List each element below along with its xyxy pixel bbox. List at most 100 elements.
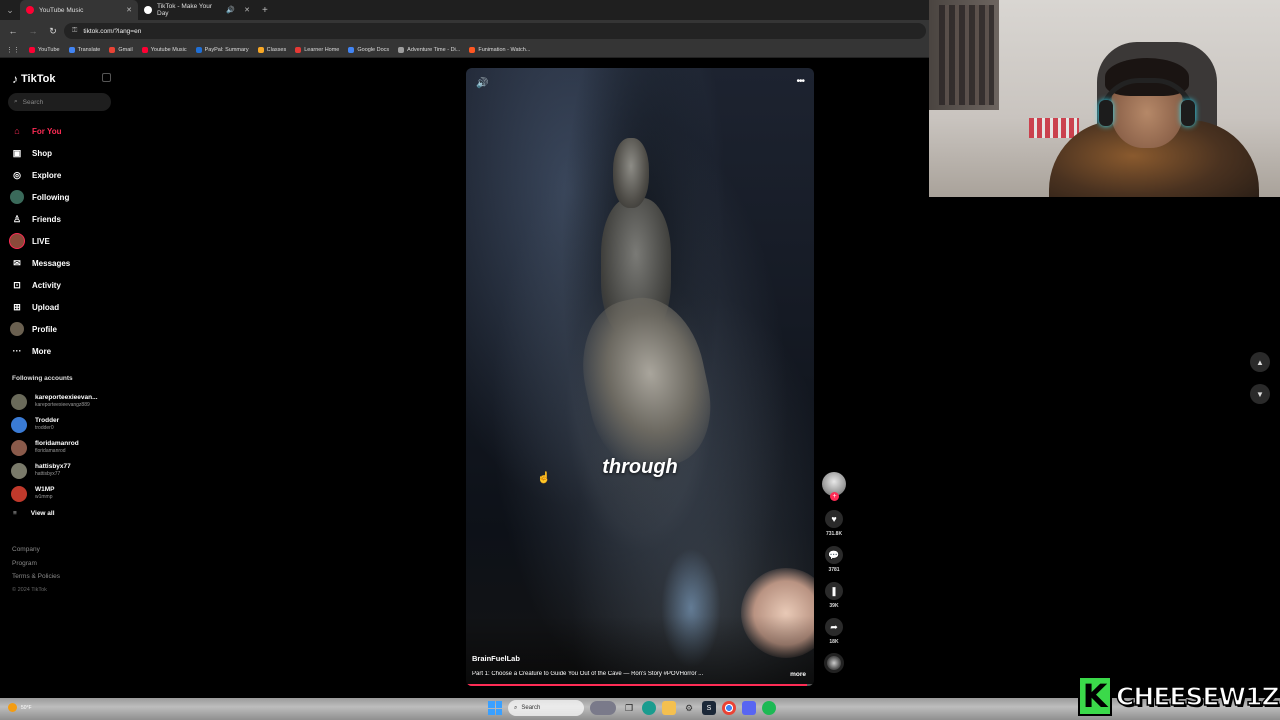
save-action[interactable]: ❚ 39K (820, 582, 848, 609)
nav-activity[interactable]: ⊡ Activity (10, 274, 70, 296)
account-item[interactable]: floridamanrod floridamanrod (11, 436, 98, 459)
account-item[interactable]: hattisbyx77 hattisbyx77 (11, 459, 98, 482)
windows-start-icon[interactable] (488, 701, 502, 715)
account-handle: hattisbyx77 (35, 470, 61, 477)
discord-icon[interactable] (742, 701, 756, 715)
sound-disc-icon[interactable] (824, 653, 844, 673)
nav-following[interactable]: Following (10, 186, 70, 208)
nav-more[interactable]: ··· More (10, 340, 70, 362)
video-player[interactable]: through 🔊 ••• BrainFuelLab Part 1: Choos… (466, 68, 814, 686)
following-avatar-icon (10, 190, 24, 204)
close-tab-icon[interactable]: ✕ (126, 6, 132, 14)
bookmark-classes[interactable]: Classes (257, 46, 286, 53)
task-view-icon[interactable]: ❐ (622, 701, 636, 715)
bookmark-label: PayPal: Summary (204, 46, 249, 53)
edge-icon[interactable] (642, 701, 656, 715)
nav-shop[interactable]: ▣ Shop (10, 142, 70, 164)
bookmark-label: Google Docs (357, 46, 390, 53)
bookmark-youtube-music[interactable]: Youtube Music (141, 46, 187, 53)
footer-company-link[interactable]: Company (12, 543, 60, 557)
close-tab-icon[interactable]: ✕ (244, 6, 250, 14)
avatar (11, 439, 27, 456)
comment-action[interactable]: 💬 3781 (820, 546, 848, 573)
tab-youtube-music[interactable]: YouTube Music ✕ (20, 0, 138, 20)
nav-live[interactable]: LIVE (10, 230, 70, 252)
progress-bar[interactable] (466, 684, 808, 686)
nav-label: Explore (32, 170, 62, 180)
bookmark-label: Learner Home (304, 46, 340, 53)
streamer-name: CHEESEW1Z (1115, 681, 1280, 712)
more-options-icon[interactable]: ••• (796, 76, 804, 87)
previous-video-button[interactable]: ▲ (1250, 352, 1270, 372)
widgets-icon[interactable] (590, 701, 616, 715)
tab-tiktok[interactable]: TikTok - Make Your Day 🔊 ✕ (138, 0, 256, 20)
share-icon[interactable]: ➦ (825, 618, 843, 636)
bookmark-adventure-time[interactable]: Adventure Time - Di... (398, 46, 461, 53)
settings-gear-icon[interactable]: ⚙ (682, 701, 696, 715)
bookmark-label: Gmail (118, 46, 133, 53)
nav-upload[interactable]: ⊞ Upload (10, 296, 70, 318)
audio-playing-icon[interactable]: 🔊 (226, 6, 235, 14)
funimation-bookmark-icon (469, 46, 476, 53)
share-action[interactable]: ➦ 18K (820, 618, 848, 645)
new-tab-button[interactable]: + (256, 5, 274, 16)
creator-avatar[interactable]: + (822, 472, 846, 501)
weather-text: 50°F (21, 704, 32, 711)
weather-widget[interactable]: 50°F (8, 703, 32, 712)
footer-program-link[interactable]: Program (12, 557, 60, 571)
gmail-bookmark-icon (109, 46, 116, 53)
account-item[interactable]: W1MP w1mmp (11, 482, 98, 505)
bookmark-paypal[interactable]: PayPal: Summary (195, 46, 249, 53)
next-video-button[interactable]: ▼ (1250, 384, 1270, 404)
bookmark-gmail[interactable]: Gmail (109, 46, 133, 53)
streamer-badge: K (1078, 676, 1112, 716)
account-name: W1MP (35, 486, 55, 494)
chrome-icon[interactable] (722, 701, 736, 715)
bookmark-label: Adventure Time - Di... (407, 46, 461, 53)
tab-search-icon[interactable]: ⌄ (0, 0, 20, 20)
apps-grid-icon[interactable]: ⋮⋮ (6, 46, 20, 54)
nav-friends[interactable]: ♙ Friends (10, 208, 70, 230)
bookmark-funimation[interactable]: Funimation - Watch... (469, 46, 530, 53)
account-item[interactable]: kareporteexieevan... kareporteexieevangz8… (11, 390, 98, 413)
nav-messages[interactable]: ✉ Messages (10, 252, 70, 274)
bookmark-youtube[interactable]: YouTube (29, 46, 60, 53)
footer-terms-link[interactable]: Terms & Policies (12, 570, 60, 584)
more-button[interactable]: more (790, 671, 806, 678)
bookmark-learner-home[interactable]: Learner Home (295, 46, 340, 53)
site-info-icon[interactable]: ⚿ (72, 27, 77, 35)
back-button[interactable]: ← (4, 22, 22, 40)
volume-icon[interactable]: 🔊 (476, 78, 488, 89)
bookmark-google-docs[interactable]: Google Docs (348, 46, 390, 53)
heart-icon[interactable]: ♥ (825, 510, 843, 528)
browser-toolbar: ← → ↻ ⚿ tiktok.com/?lang=en (0, 20, 930, 42)
forward-button[interactable]: → (24, 22, 42, 40)
comment-icon[interactable]: 💬 (825, 546, 843, 564)
file-explorer-icon[interactable] (662, 701, 676, 715)
reload-button[interactable]: ↻ (44, 22, 62, 40)
bookmark-icon[interactable]: ❚ (825, 582, 843, 600)
video-author[interactable]: BrainFuelLab (472, 654, 520, 663)
account-item[interactable]: Trodder trodder0 (11, 413, 98, 436)
tiktok-logo[interactable]: ♪ TikTok (12, 72, 55, 86)
search-input[interactable]: ⌕ Search (8, 93, 111, 111)
creature-head (613, 138, 649, 208)
follow-plus-icon[interactable]: + (830, 492, 839, 501)
avatar (11, 416, 27, 433)
comment-count: 3781 (828, 567, 840, 573)
nav-explore[interactable]: ◎ Explore (10, 164, 70, 186)
nav-for-you[interactable]: ⌂ For You (10, 120, 70, 142)
bookmark-translate[interactable]: Translate (68, 46, 100, 53)
following-accounts-title: Following accounts (12, 375, 73, 382)
nav-profile[interactable]: Profile (10, 318, 70, 340)
like-action[interactable]: ♥ 731.8K (820, 510, 848, 537)
address-bar[interactable]: ⚿ tiktok.com/?lang=en (64, 23, 926, 39)
steam-icon[interactable]: S (702, 701, 716, 715)
taskbar-search[interactable]: ⌕ Search (508, 700, 584, 716)
account-name: Trodder (35, 417, 60, 425)
view-all-button[interactable]: ≡ View all (13, 510, 55, 517)
collapse-sidebar-icon[interactable] (102, 73, 111, 82)
search-icon: ⌕ (14, 98, 18, 105)
spotify-icon[interactable] (762, 701, 776, 715)
taskbar-apps: ⌕ Search ❐ ⚙ S (488, 700, 776, 716)
